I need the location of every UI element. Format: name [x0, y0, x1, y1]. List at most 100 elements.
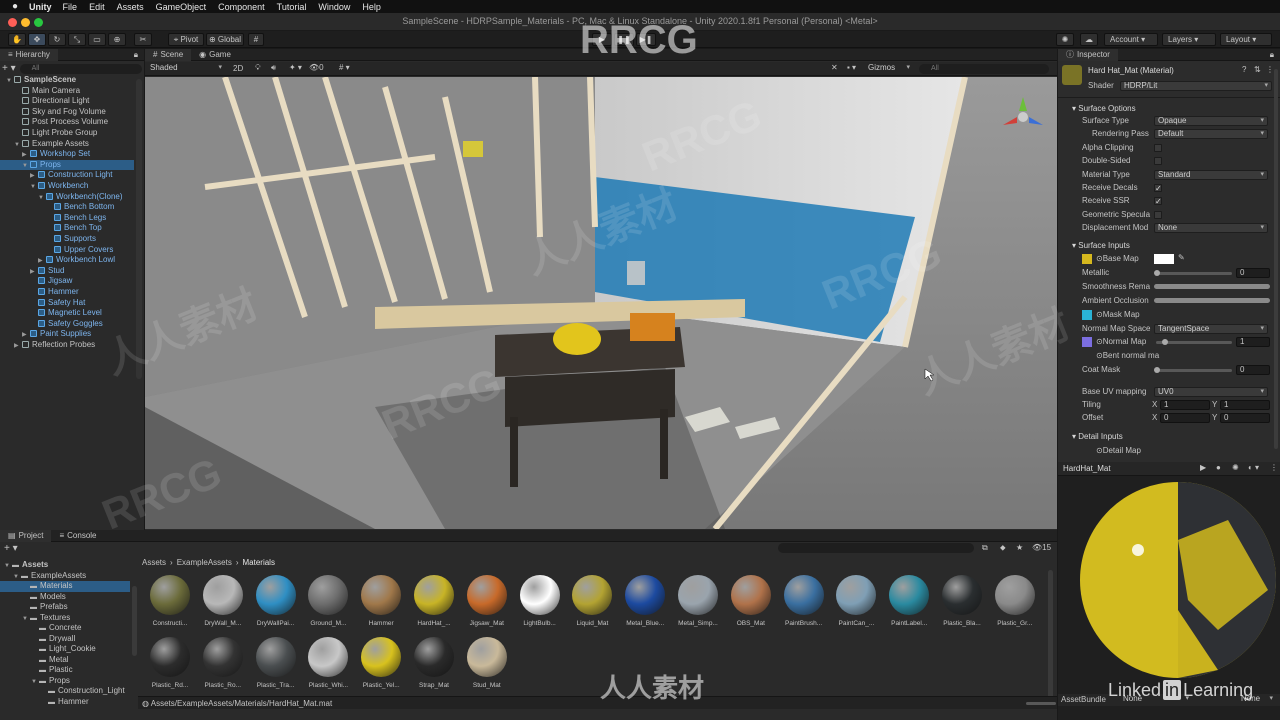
- rect-tool-icon[interactable]: ▭: [88, 33, 106, 46]
- menu-item[interactable]: Edit: [89, 2, 105, 12]
- surface-options-header[interactable]: ▾ Surface Options: [1072, 104, 1136, 113]
- input-slider[interactable]: [1156, 271, 1232, 275]
- project-tree-item[interactable]: ▬ Materials: [0, 581, 130, 592]
- field-dropdown[interactable]: Standard: [1154, 169, 1268, 180]
- material-asset[interactable]: Liquid_Mat: [568, 575, 616, 627]
- surface-inputs-header[interactable]: ▾ Surface Inputs: [1072, 241, 1130, 250]
- hierarchy-item[interactable]: Jigsaw: [0, 276, 134, 287]
- hierarchy-item[interactable]: Bench Legs: [0, 213, 134, 224]
- tab-console[interactable]: ≡ Console: [51, 530, 104, 542]
- material-asset[interactable]: Plastic_Tra...: [252, 637, 300, 689]
- field-checkbox[interactable]: ✓: [1154, 184, 1162, 193]
- material-asset[interactable]: Metal_Simp...: [674, 575, 722, 627]
- field-checkbox[interactable]: ✓: [1154, 197, 1162, 206]
- move-tool-icon[interactable]: ✥: [28, 33, 46, 46]
- menu-item[interactable]: File: [63, 2, 78, 12]
- hierarchy-item[interactable]: Safety Hat: [0, 298, 134, 309]
- scene-viewport[interactable]: [145, 77, 1057, 529]
- texture-slot-icon[interactable]: ⊙: [1096, 310, 1103, 319]
- thumbnail-size-slider[interactable]: [1026, 702, 1056, 705]
- slider-handle[interactable]: [1161, 339, 1168, 346]
- hierarchy-item[interactable]: ▶ Construction Light: [0, 170, 134, 181]
- project-tree-item[interactable]: ▬ Concrete: [0, 623, 130, 634]
- tiling-y-field[interactable]: 1: [1220, 400, 1270, 410]
- project-tree-item[interactable]: ▬ Plastic: [0, 665, 130, 676]
- material-asset[interactable]: Plastic_Ro...: [199, 637, 247, 689]
- lock-icon[interactable]: 🔒︎: [134, 50, 138, 60]
- slider-value-field[interactable]: 0: [1236, 365, 1270, 376]
- menu-item[interactable]: GameObject: [156, 2, 207, 12]
- effects-icon[interactable]: ✦ ▾: [289, 63, 302, 72]
- texture-thumbnail[interactable]: [1082, 254, 1092, 264]
- menu-item[interactable]: Component: [218, 2, 265, 12]
- project-search-input[interactable]: [778, 543, 974, 553]
- account-dropdown[interactable]: Account ▾: [1104, 33, 1158, 46]
- project-tree-item[interactable]: ▼ ▬ ExampleAssets: [0, 571, 130, 582]
- project-tree-item[interactable]: ▬ Models: [0, 592, 130, 603]
- cloud-icon[interactable]: ☁: [1080, 33, 1098, 46]
- rotate-tool-icon[interactable]: ↻: [48, 33, 66, 46]
- project-tree-item[interactable]: ▼ ▬ Props: [0, 676, 130, 687]
- material-asset[interactable]: Plastic_Gr...: [991, 575, 1039, 627]
- settings-icon[interactable]: ⇅: [1254, 65, 1261, 74]
- camera-icon[interactable]: ▪ ▾: [847, 63, 856, 72]
- apple-icon[interactable]: ●: [12, 1, 18, 12]
- range-slider[interactable]: [1154, 297, 1270, 303]
- hidden-objects-icon[interactable]: 👁︎0: [309, 63, 324, 72]
- hierarchy-item[interactable]: ▶ Reflection Probes: [0, 340, 134, 351]
- eyedropper-icon[interactable]: ✎: [1178, 253, 1185, 262]
- material-asset[interactable]: Jigsaw_Mat: [463, 575, 511, 627]
- slider-value-field[interactable]: 0: [1236, 267, 1270, 278]
- layers-dropdown[interactable]: Layers ▾: [1162, 33, 1216, 46]
- hierarchy-item[interactable]: Bench Bottom: [0, 202, 134, 213]
- gizmos-dropdown[interactable]: Gizmos: [865, 64, 913, 74]
- hierarchy-item[interactable]: Safety Goggles: [0, 319, 134, 330]
- color-swatch[interactable]: [1154, 254, 1174, 264]
- material-asset[interactable]: LightBulb...: [516, 575, 564, 627]
- hierarchy-item[interactable]: ▶ Stud: [0, 266, 134, 277]
- menu-item[interactable]: Help: [362, 2, 381, 12]
- hierarchy-item[interactable]: Main Camera: [0, 86, 134, 97]
- hierarchy-item[interactable]: Upper Covers: [0, 245, 134, 256]
- material-asset[interactable]: Plastic_Yel...: [357, 637, 405, 689]
- texture-thumbnail[interactable]: [1082, 351, 1092, 361]
- field-dropdown[interactable]: Default: [1154, 129, 1268, 140]
- pivot-toggle[interactable]: ⌖ Pivot: [168, 33, 204, 46]
- field-checkbox[interactable]: [1154, 157, 1162, 166]
- hierarchy-item[interactable]: Light Probe Group: [0, 128, 134, 139]
- app-menu-unity[interactable]: Unity: [29, 2, 52, 12]
- field-dropdown[interactable]: Opaque: [1154, 116, 1268, 126]
- preview-sphere-icon[interactable]: ●: [1216, 463, 1221, 472]
- material-asset[interactable]: Constructi...: [146, 575, 194, 627]
- detail-inputs-header[interactable]: ▾ Detail Inputs: [1072, 432, 1123, 441]
- tab-scene[interactable]: # Scene: [145, 48, 192, 61]
- layout-dropdown[interactable]: Layout ▾: [1220, 33, 1272, 46]
- add-icon[interactable]: + ▾: [2, 63, 16, 74]
- material-asset[interactable]: HardHat_...: [410, 575, 458, 627]
- slider-handle[interactable]: [1154, 269, 1160, 276]
- tools-icon[interactable]: ✕: [831, 63, 838, 72]
- slider-value-field[interactable]: 1: [1236, 337, 1270, 348]
- hierarchy-item[interactable]: Magnetic Level: [0, 308, 134, 319]
- more-icon[interactable]: ⋮: [1266, 65, 1274, 74]
- collapsed-arrow-icon[interactable]: ▶: [14, 341, 22, 352]
- tab-project[interactable]: ▤ Project: [0, 529, 52, 542]
- material-preview-sphere[interactable]: [1078, 480, 1278, 690]
- audio-icon[interactable]: 🔊︎: [271, 63, 276, 73]
- material-asset[interactable]: DryWallPai...: [252, 575, 300, 627]
- material-asset[interactable]: Ground_M...: [304, 575, 352, 627]
- grid-icon[interactable]: # ▾: [339, 63, 350, 72]
- field-dropdown[interactable]: None: [1154, 223, 1268, 234]
- hierarchy-item[interactable]: Bench Top: [0, 223, 134, 234]
- menu-item[interactable]: Assets: [117, 2, 144, 12]
- menu-item[interactable]: Window: [318, 2, 350, 12]
- menu-item[interactable]: Tutorial: [277, 2, 307, 12]
- hierarchy-item[interactable]: Directional Light: [0, 96, 134, 107]
- tab-hierarchy[interactable]: ≡ Hierarchy: [0, 48, 58, 61]
- material-asset[interactable]: Stud_Mat: [463, 637, 511, 689]
- project-tree-item[interactable]: ▼ ▬ Textures: [0, 613, 130, 624]
- hierarchy-search-input[interactable]: All: [19, 63, 142, 74]
- hierarchy-item[interactable]: ▼ Workbench(Clone): [0, 192, 134, 203]
- hierarchy-item[interactable]: Supports: [0, 234, 134, 245]
- 2d-toggle[interactable]: 2D: [233, 64, 243, 73]
